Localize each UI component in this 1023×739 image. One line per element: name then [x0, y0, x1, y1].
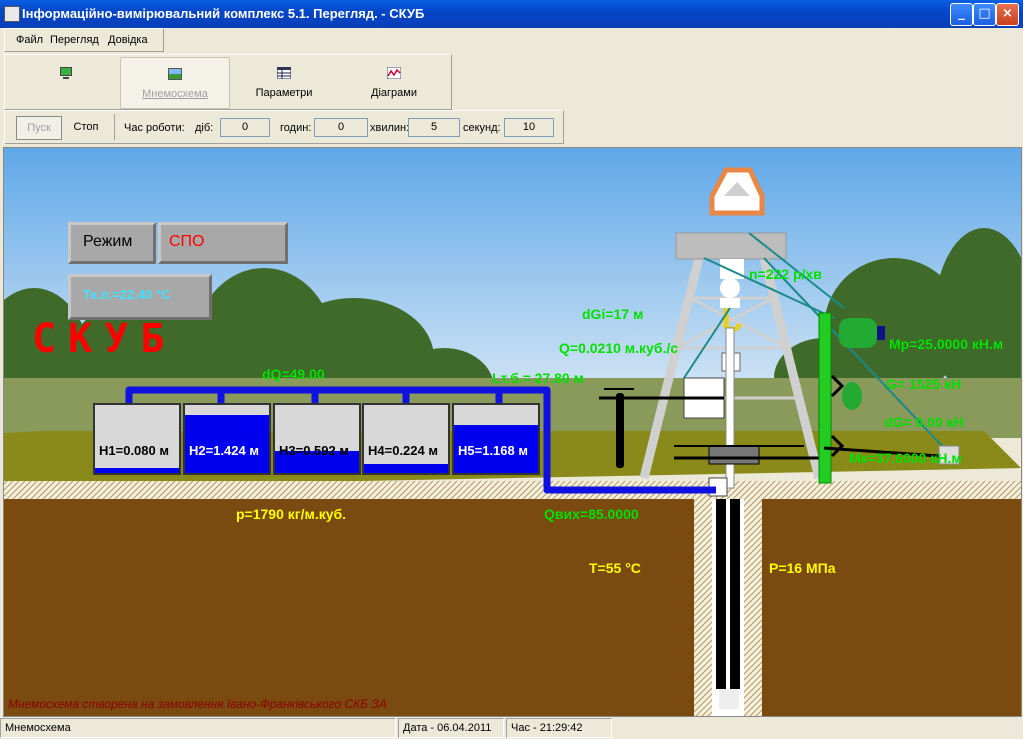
- tank: H3=0.592 м: [273, 403, 361, 475]
- hours-field[interactable]: 0: [314, 118, 368, 137]
- mnemoscheme-canvas: СКУБ Режим СПО Тк.п.=22.40 °С H1=0.080 м…: [3, 147, 1022, 717]
- temperature-box: Тк.п.=22.40 °С: [68, 274, 212, 320]
- footer-note: Мнемосхема створена на замовлення Івано-…: [8, 697, 387, 711]
- separator: [114, 114, 115, 140]
- pressure-reading: P=16 МПа: [769, 560, 836, 576]
- tab-diagrams[interactable]: Діаграми: [340, 57, 448, 107]
- tank: H4=0.224 м: [362, 403, 450, 475]
- table-icon: [277, 67, 291, 79]
- app-icon[interactable]: [4, 6, 20, 22]
- status-date: Дата - 06.04.2011: [398, 718, 504, 738]
- tank-fill: [95, 467, 179, 473]
- minimize-button[interactable]: _: [950, 3, 973, 26]
- start-button[interactable]: Пуск: [16, 116, 62, 140]
- dq-reading: dQ=49.00: [262, 366, 325, 382]
- tab-parameters[interactable]: Параметри: [230, 57, 338, 107]
- tank-level-label: H4=0.224 м: [368, 443, 438, 458]
- tab-mnemoscheme-label: Мнемосхема: [142, 88, 208, 100]
- tank: H2=1.424 м: [183, 403, 271, 475]
- dgi-reading: dGi=17 м: [582, 306, 644, 322]
- mr-reading: Mр=25.0000 кН.м: [889, 336, 1004, 352]
- tab-diagrams-label: Діаграми: [371, 87, 417, 99]
- status-mode: Мнемосхема: [0, 718, 396, 738]
- dg-reading: dG= 0.00 кН: [884, 414, 964, 430]
- tank-fill: [364, 464, 448, 473]
- mode-label: Режим: [83, 233, 133, 250]
- hours-label: годин:: [280, 122, 312, 134]
- computer-icon: [60, 67, 72, 79]
- mode-value-box: СПО: [158, 222, 288, 264]
- menu-view[interactable]: Перегляд: [50, 34, 99, 46]
- tank-level-label: H3=0.592 м: [279, 443, 349, 458]
- minutes-label: хвилин:: [370, 122, 410, 134]
- tab-mnemoscheme[interactable]: Мнемосхема: [120, 57, 230, 109]
- tank: H5=1.168 м: [452, 403, 540, 475]
- stop-button[interactable]: Стоп: [66, 116, 106, 138]
- tank-level-label: H2=1.424 м: [189, 443, 259, 458]
- mk-reading: Mк=37.6000 кН.м: [849, 450, 962, 466]
- tab-overview[interactable]: [12, 57, 120, 107]
- mode-label-box: Режим: [68, 222, 156, 264]
- maximize-button[interactable]: □: [973, 3, 996, 26]
- mode-value: СПО: [169, 233, 205, 250]
- menu-help[interactable]: Довідка: [108, 34, 148, 46]
- title-bar[interactable]: Інформаційно-вимірювальний комплекс 5.1.…: [0, 0, 1023, 28]
- tank-level-label: H1=0.080 м: [99, 443, 169, 458]
- g-reading: G= 1525 кН: [886, 376, 962, 392]
- flow-reading: Q=0.0210 м.куб./с: [559, 340, 679, 356]
- work-time-label: Час роботи:: [124, 122, 185, 134]
- landscape-icon: [168, 68, 182, 80]
- tab-parameters-label: Параметри: [255, 87, 313, 99]
- temperature-reading: Тк.п.=22.40 °С: [83, 287, 171, 302]
- seconds-label: секунд:: [463, 122, 501, 134]
- days-label: діб:: [195, 122, 214, 134]
- rpm-reading: n=222 р/хв: [749, 266, 822, 282]
- tank: H1=0.080 м: [93, 403, 181, 475]
- tank-level-label: H5=1.168 м: [458, 443, 528, 458]
- close-button[interactable]: ×: [996, 3, 1019, 26]
- temperature-depth-reading: T=55 °С: [589, 560, 641, 576]
- window-title: Інформаційно-вимірювальний комплекс 5.1.…: [22, 6, 425, 21]
- density-reading: р=1790 кг/м.куб.: [236, 506, 347, 522]
- menu-file[interactable]: Файл: [16, 34, 43, 46]
- days-field[interactable]: 0: [220, 118, 270, 137]
- minutes-field[interactable]: 5: [408, 118, 460, 137]
- seconds-field[interactable]: 10: [504, 118, 554, 137]
- qout-reading: Qвих=85.0000: [544, 506, 639, 522]
- chart-icon: [387, 67, 401, 79]
- status-time: Час - 21:29:42: [506, 718, 612, 738]
- system-title: СКУБ: [32, 316, 177, 362]
- level-reading: Lт.б.= 27.80 м: [492, 370, 584, 386]
